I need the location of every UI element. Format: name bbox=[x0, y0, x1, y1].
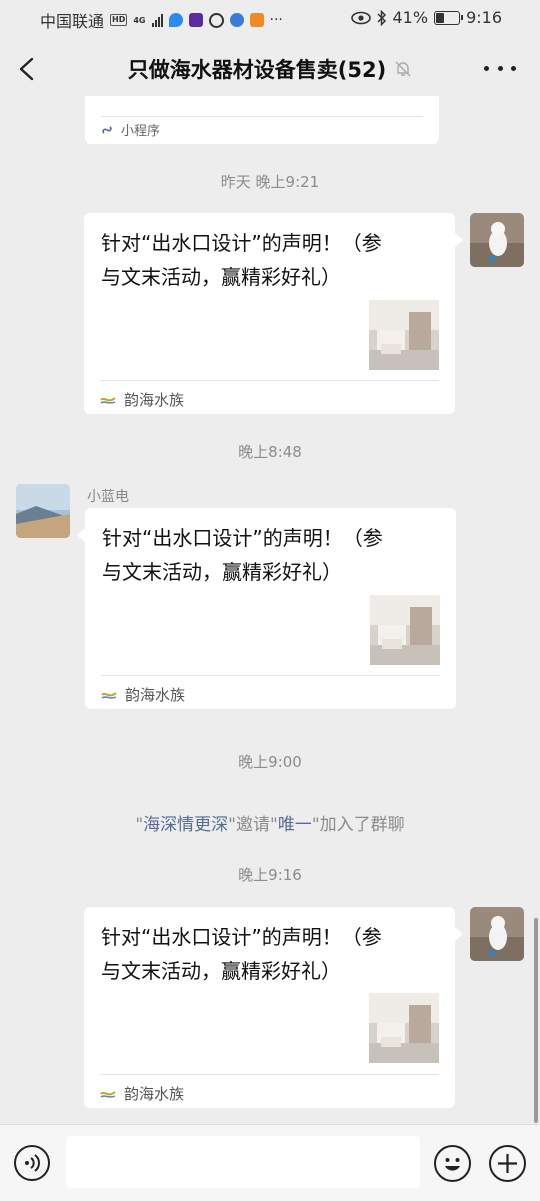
sys-text: " bbox=[135, 815, 144, 835]
more-options-icon[interactable] bbox=[484, 66, 516, 74]
system-join-message: "海深情更深"邀请"唯一"加入了群聊 bbox=[0, 810, 540, 835]
chat-header: 只做海水器材设备售卖(52) bbox=[0, 36, 540, 102]
bubble-tail bbox=[455, 233, 463, 247]
card-divider bbox=[100, 1074, 439, 1075]
timestamp: 晚上9:00 bbox=[238, 753, 302, 771]
card-source: 韵海水族 bbox=[125, 686, 186, 704]
mini-program-label: 小程序 bbox=[121, 124, 161, 139]
chat-title: 只做海水器材设备售卖(52) bbox=[0, 54, 540, 84]
card-source: 韵海水族 bbox=[124, 1085, 185, 1103]
my-avatar[interactable] bbox=[470, 907, 524, 961]
card-divider bbox=[101, 675, 440, 676]
battery-icon bbox=[434, 10, 464, 25]
clock: 9:16 bbox=[466, 8, 502, 27]
invitee-link[interactable]: 唯一 bbox=[278, 815, 312, 835]
sender-avatar[interactable] bbox=[16, 484, 70, 538]
carrier-label: 中国联通 bbox=[40, 12, 105, 31]
battery-percent: 41% bbox=[392, 8, 429, 27]
emoji-icon bbox=[445, 1158, 460, 1171]
message-input[interactable] bbox=[66, 1136, 420, 1188]
card-thumbnail bbox=[369, 300, 439, 370]
hd-icon: HD bbox=[110, 14, 128, 26]
voice-icon bbox=[25, 1154, 40, 1172]
card-thumbnail bbox=[370, 595, 440, 665]
status-bar: 中国联通 HD 4G ··· 41% 9:16 bbox=[0, 0, 540, 36]
mini-program-card[interactable]: 小程序 bbox=[85, 96, 439, 144]
more-functions-button[interactable] bbox=[489, 1145, 526, 1182]
card-title: 针对“出水口设计”的声明！（参 与文末活动，赢精彩好礼） bbox=[102, 526, 383, 584]
group-name: 只做海水器材设备售卖(52) bbox=[127, 58, 387, 82]
input-bar bbox=[0, 1124, 540, 1201]
browser-app-icon bbox=[229, 13, 244, 27]
sys-text: "加入了群聊 bbox=[311, 815, 405, 835]
link-card-message[interactable]: 针对“出水口设计”的声明！（参 与文末活动，赢精彩好礼） 韵海水族 bbox=[85, 508, 456, 709]
scrollbar[interactable] bbox=[534, 918, 538, 1123]
inviter-link[interactable]: 海深情更深 bbox=[143, 815, 228, 835]
my-avatar[interactable] bbox=[470, 213, 524, 267]
bluetooth-icon bbox=[376, 9, 386, 26]
source-logo-icon bbox=[100, 1090, 116, 1098]
card-title: 针对“出水口设计”的声明！（参 与文末活动，赢精彩好礼） bbox=[101, 925, 382, 983]
bubble-tail bbox=[77, 528, 85, 542]
timestamp: 晚上8:48 bbox=[238, 443, 302, 461]
card-divider bbox=[100, 380, 439, 381]
link-card-message[interactable]: 针对“出水口设计”的声明！（参 与文末活动，赢精彩好礼） 韵海水族 bbox=[84, 213, 455, 414]
eye-icon bbox=[350, 11, 371, 24]
more-notifications-icon: ··· bbox=[269, 12, 283, 28]
timestamp: 昨天 晚上9:21 bbox=[220, 173, 320, 191]
app-notification-icon bbox=[168, 13, 183, 27]
plus-icon bbox=[498, 1154, 517, 1173]
network-type: 4G bbox=[133, 15, 146, 25]
card-title: 针对“出水口设计”的声明！（参 与文末活动，赢精彩好礼） bbox=[101, 231, 382, 289]
link-card-message[interactable]: 针对“出水口设计”的声明！（参 与文末活动，赢精彩好礼） 韵海水族 bbox=[84, 907, 455, 1108]
mute-bell-icon bbox=[395, 61, 411, 77]
emoji-button[interactable] bbox=[434, 1145, 471, 1182]
voice-input-button[interactable] bbox=[14, 1145, 50, 1181]
source-logo-icon bbox=[101, 691, 117, 699]
card-thumbnail bbox=[369, 993, 439, 1063]
source-logo-icon bbox=[100, 396, 116, 404]
timestamp: 晚上9:16 bbox=[238, 866, 302, 884]
mini-program-icon bbox=[102, 125, 112, 134]
bubble-tail bbox=[455, 927, 463, 941]
signal-icon bbox=[151, 13, 163, 27]
card-divider bbox=[101, 116, 423, 117]
circle-app-icon bbox=[208, 12, 224, 28]
sys-text: "邀请" bbox=[228, 815, 278, 835]
card-source: 韵海水族 bbox=[124, 391, 185, 409]
sender-name: 小蓝电 bbox=[87, 489, 129, 505]
video-app-icon bbox=[188, 13, 203, 27]
battery-fill bbox=[436, 12, 445, 23]
play-app-icon bbox=[249, 13, 264, 27]
